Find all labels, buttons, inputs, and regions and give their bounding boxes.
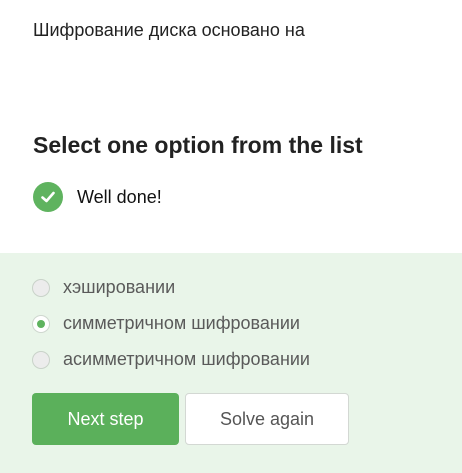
solve-again-button[interactable]: Solve again — [185, 393, 349, 445]
option-hashing[interactable]: хэшировании — [32, 277, 175, 298]
check-circle-icon — [33, 182, 63, 212]
option-asymmetric[interactable]: асимметричном шифровании — [32, 349, 310, 370]
feedback-text: Well done! — [77, 186, 162, 207]
task-heading: Select one option from the list — [33, 132, 363, 158]
radio-button-selected[interactable] — [32, 314, 50, 333]
option-label[interactable]: асимметричном шифровании — [63, 349, 310, 370]
radio-button[interactable] — [32, 350, 50, 369]
feedback-message: Well done! — [33, 182, 162, 212]
question-text: Шифрование диска основано на — [33, 20, 305, 40]
option-label[interactable]: симметричном шифровании — [63, 313, 300, 334]
next-step-button[interactable]: Next step — [32, 393, 179, 445]
radio-dot-icon — [37, 319, 45, 328]
option-symmetric[interactable]: симметричном шифровании — [32, 313, 300, 334]
option-label[interactable]: хэшировании — [63, 277, 175, 298]
radio-button[interactable] — [32, 278, 50, 297]
